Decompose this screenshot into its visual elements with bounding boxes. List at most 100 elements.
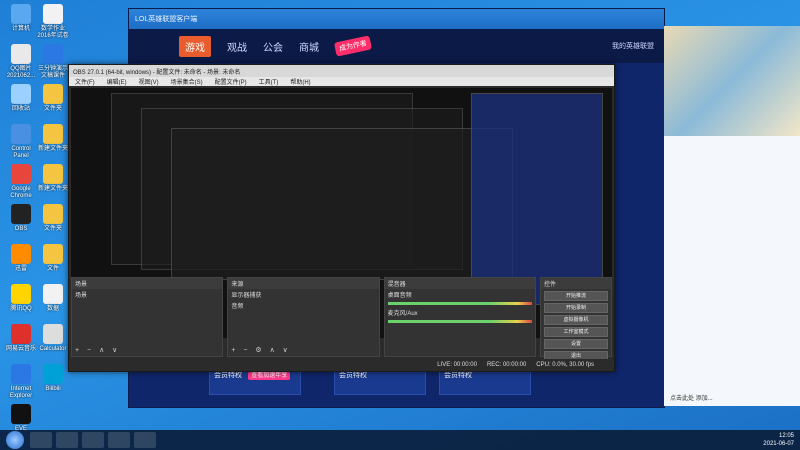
desktop-icon-app3[interactable]: Bilibili [36, 364, 70, 393]
obs-titlebar[interactable]: OBS 27.0.1 (64-bit, windows) - 配置文件: 未命名… [69, 65, 614, 77]
desktop-icon-folder4[interactable]: 文件夹 [36, 204, 70, 233]
desktop-icon-doc-a[interactable]: 数学作业2016年试卷 [36, 4, 70, 40]
desktop-icon-label: QQ图片2021062... [6, 66, 36, 79]
desktop-icon-label: 三分钟演示文稿课件 [37, 66, 68, 79]
folder4-icon [43, 204, 63, 224]
computer-icon [11, 4, 31, 24]
clock-time: 12:05 [778, 433, 794, 439]
desktop-icon-qq[interactable]: 腾讯QQ [4, 284, 38, 313]
desktop-icon-folder3[interactable]: 新建文件夹 [36, 164, 70, 193]
desktop-icon-label: 腾讯QQ [10, 306, 32, 312]
app-title: LOL英雄联盟客户端 [135, 16, 198, 23]
scene-item[interactable]: 场景 [72, 289, 222, 300]
tab-spectate[interactable]: 观战 [227, 39, 247, 54]
obs-docks: 场景 场景 + − ∧ ∨ 来源 显示器捕获 音频 + − ⚙ ∧ ∨ 混音器 … [71, 277, 612, 361]
sources-dock: 来源 显示器捕获 音频 + − ⚙ ∧ ∨ [227, 277, 380, 357]
chrome-icon [11, 164, 31, 184]
pink-tag: 查看加速年享 [248, 372, 291, 380]
taskbar-app-obs[interactable] [82, 432, 104, 448]
scene-controls[interactable]: + − ∧ ∨ [75, 346, 120, 354]
settings-button[interactable]: 设置 [543, 339, 608, 349]
promo-card-3[interactable]: 会员特权 [439, 369, 531, 395]
desktop-icon-word-doc[interactable]: 三分钟演示文稿课件 [36, 44, 70, 80]
app1-icon [11, 244, 31, 264]
source-item[interactable]: 音频 [228, 300, 378, 311]
desktop-icon-folder5[interactable]: 文件 [36, 244, 70, 273]
desktop-icon-label: 数据 [46, 306, 59, 312]
tab-shop[interactable]: 商城 [299, 39, 319, 54]
desktop-icon-eve[interactable]: EVE [4, 404, 38, 433]
menu-tools[interactable]: 工具(T) [259, 77, 279, 86]
mixer-dock: 混音器 桌面音频 麦克风/Aux [383, 277, 536, 357]
app2-icon [11, 324, 31, 344]
taskbar-app-game[interactable] [108, 432, 130, 448]
desktop-icon-app2[interactable]: 网易云音乐 [4, 324, 38, 353]
taskbar-app-chrome[interactable] [56, 432, 78, 448]
obs-title: OBS 27.0.1 (64-bit, windows) - 配置文件: 未命名… [73, 69, 241, 76]
desktop-icon-ie[interactable]: Internet Explorer [4, 364, 38, 400]
folder-icon [43, 84, 63, 104]
cpu-status: CPU: 0.0%, 30.00 fps [536, 362, 594, 368]
desktop-icon-label: Calculator [39, 346, 67, 352]
taskbar-app-explorer[interactable] [30, 432, 52, 448]
source-item[interactable]: 显示器捕获 [228, 289, 378, 300]
calc-icon [43, 324, 63, 344]
desktop-icon-label: Internet Explorer [9, 386, 33, 399]
menu-view[interactable]: 视图(V) [139, 77, 159, 86]
start-button[interactable] [6, 431, 24, 449]
card-label: 会员特权 [339, 372, 367, 379]
taskbar-app-lol[interactable] [134, 432, 156, 448]
qq-icon [11, 284, 31, 304]
user-label[interactable]: 我的英雄联盟 [612, 41, 654, 51]
desktop-icon-label: 回收站 [11, 106, 30, 112]
desktop-icon-qq-img[interactable]: QQ图片2021062... [4, 44, 38, 80]
tab-game[interactable]: 游戏 [179, 35, 211, 57]
author-badge[interactable]: 成为作者 [333, 35, 373, 57]
desktop-icon-chrome[interactable]: Google Chrome [4, 164, 38, 200]
studio-mode-button[interactable]: 工作室模式 [543, 327, 608, 337]
folder3-icon [43, 164, 63, 184]
desktop-icon-excel[interactable]: 数据 [36, 284, 70, 313]
folder5-icon [43, 244, 63, 264]
preview-layer [171, 128, 513, 280]
start-streaming-button[interactable]: 开始推流 [543, 291, 608, 301]
tab-guild[interactable]: 公会 [263, 39, 283, 54]
ie-icon [11, 364, 31, 384]
mixer-track: 麦克风/Aux [387, 311, 418, 317]
source-controls[interactable]: + − ⚙ ∧ ∨ [231, 346, 290, 354]
desktop-icon-label: 迅雷 [14, 266, 27, 272]
desktop-icon-calc[interactable]: Calculator [36, 324, 70, 353]
panel-footer[interactable]: 点击此处 添加... [670, 393, 713, 402]
obs-icon [11, 204, 31, 224]
desktop-icon-app1[interactable]: 迅雷 [4, 244, 38, 273]
desktop-icon-obs[interactable]: OBS [4, 204, 38, 233]
virtual-camera-button[interactable]: 虚拟摄像机 [543, 315, 608, 325]
system-clock[interactable]: 12:05 2021-06-07 [763, 432, 794, 448]
menu-help[interactable]: 帮助(H) [290, 77, 310, 86]
word-doc-icon [43, 44, 63, 64]
promo-card-1[interactable]: 会员特权 查看加速年享 [209, 369, 301, 395]
desktop-icon-folder2[interactable]: 新建文件夹 [36, 124, 70, 153]
promo-card-2[interactable]: 会员特权 [334, 369, 426, 395]
obs-window[interactable]: OBS 27.0.1 (64-bit, windows) - 配置文件: 未命名… [68, 64, 615, 372]
desktop-icon-label: 文件夹 [43, 226, 62, 232]
mixer-track: 桌面音频 [387, 293, 412, 299]
desktop-icon-control[interactable]: Control Panel [4, 124, 38, 160]
menu-profile[interactable]: 配置文件(P) [215, 77, 247, 86]
start-recording-button[interactable]: 开始录制 [543, 303, 608, 313]
menu-scene-collection[interactable]: 场景集合(S) [171, 77, 203, 86]
desktop-icon-recycle[interactable]: 回收站 [4, 84, 38, 113]
app-titlebar[interactable]: LOL英雄联盟客户端 [129, 9, 664, 29]
folder2-icon [43, 124, 63, 144]
desktop-icon-label: 新建文件夹 [37, 186, 68, 192]
desktop-icon-folder[interactable]: 文件夹 [36, 84, 70, 113]
card-label: 会员特权 [444, 372, 472, 379]
desktop-icon-computer[interactable]: 计算机 [4, 4, 38, 33]
menu-edit[interactable]: 编辑(E) [107, 77, 127, 86]
control-icon [11, 124, 31, 144]
obs-statusbar: LIVE: 00:00:00 REC: 00:00:00 CPU: 0.0%, … [69, 359, 614, 371]
live-status: LIVE: 00:00:00 [437, 362, 477, 368]
mixer-header: 混音器 [384, 278, 535, 289]
desktop-icon-label: 数学作业2016年试卷 [37, 26, 69, 39]
menu-file[interactable]: 文件(F) [75, 77, 95, 86]
